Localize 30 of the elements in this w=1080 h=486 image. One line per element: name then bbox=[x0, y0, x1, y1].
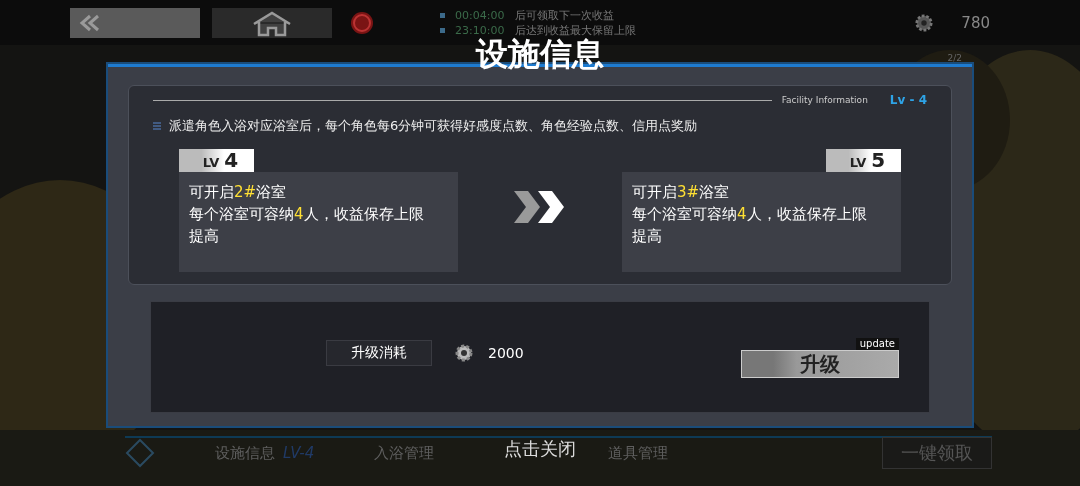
close-hint[interactable]: 点击关闭 bbox=[504, 437, 576, 461]
bottom-tab[interactable]: 道具管理 bbox=[608, 443, 669, 463]
upgrade-button[interactable]: 升级 bbox=[741, 350, 899, 378]
update-tag: update bbox=[855, 338, 899, 350]
description-text: 派遣角色入浴对应浴室后，每个角色每6分钟可获得好感度点数、角色经验点数、信用点奖励 bbox=[169, 117, 698, 135]
level-tag: LV 5 bbox=[826, 149, 901, 172]
currency-amount: 780 bbox=[961, 14, 990, 32]
page-indicator: 2/2 bbox=[947, 53, 962, 63]
card-text: 每个浴室可容纳4人，收益保存上限提高 bbox=[632, 204, 868, 247]
timer-time: 00:04:00 bbox=[455, 8, 505, 23]
cost-amount: 2000 bbox=[488, 345, 524, 361]
timer-text: 后达到收益最大保留上限 bbox=[515, 23, 636, 37]
timer-text: 后可领取下一次收益 bbox=[515, 8, 614, 23]
section-subtitle: Facility Information bbox=[781, 95, 868, 105]
diamond-icon bbox=[125, 438, 155, 468]
dialog-title: 设施信息 bbox=[476, 35, 604, 75]
gear-icon bbox=[454, 343, 474, 363]
bottom-tab[interactable]: 入浴管理 bbox=[374, 443, 435, 463]
cost-label: 升级消耗 bbox=[326, 340, 432, 366]
card-text: 可开启2#浴室 bbox=[189, 182, 288, 203]
gear-icon bbox=[915, 14, 934, 32]
home-icon[interactable] bbox=[212, 8, 332, 38]
card-text: 可开启3#浴室 bbox=[632, 182, 731, 203]
card-text: 每个浴室可容纳4人，收益保存上限提高 bbox=[189, 204, 425, 247]
level-tag: LV 4 bbox=[179, 149, 254, 172]
list-icon bbox=[153, 122, 161, 130]
bottom-tab[interactable]: 设施信息 LV-4 bbox=[215, 443, 315, 463]
back-icon[interactable] bbox=[70, 8, 200, 38]
level-label: Lv - 4 bbox=[889, 93, 927, 107]
timer-time: 23:10:00 bbox=[455, 23, 505, 38]
